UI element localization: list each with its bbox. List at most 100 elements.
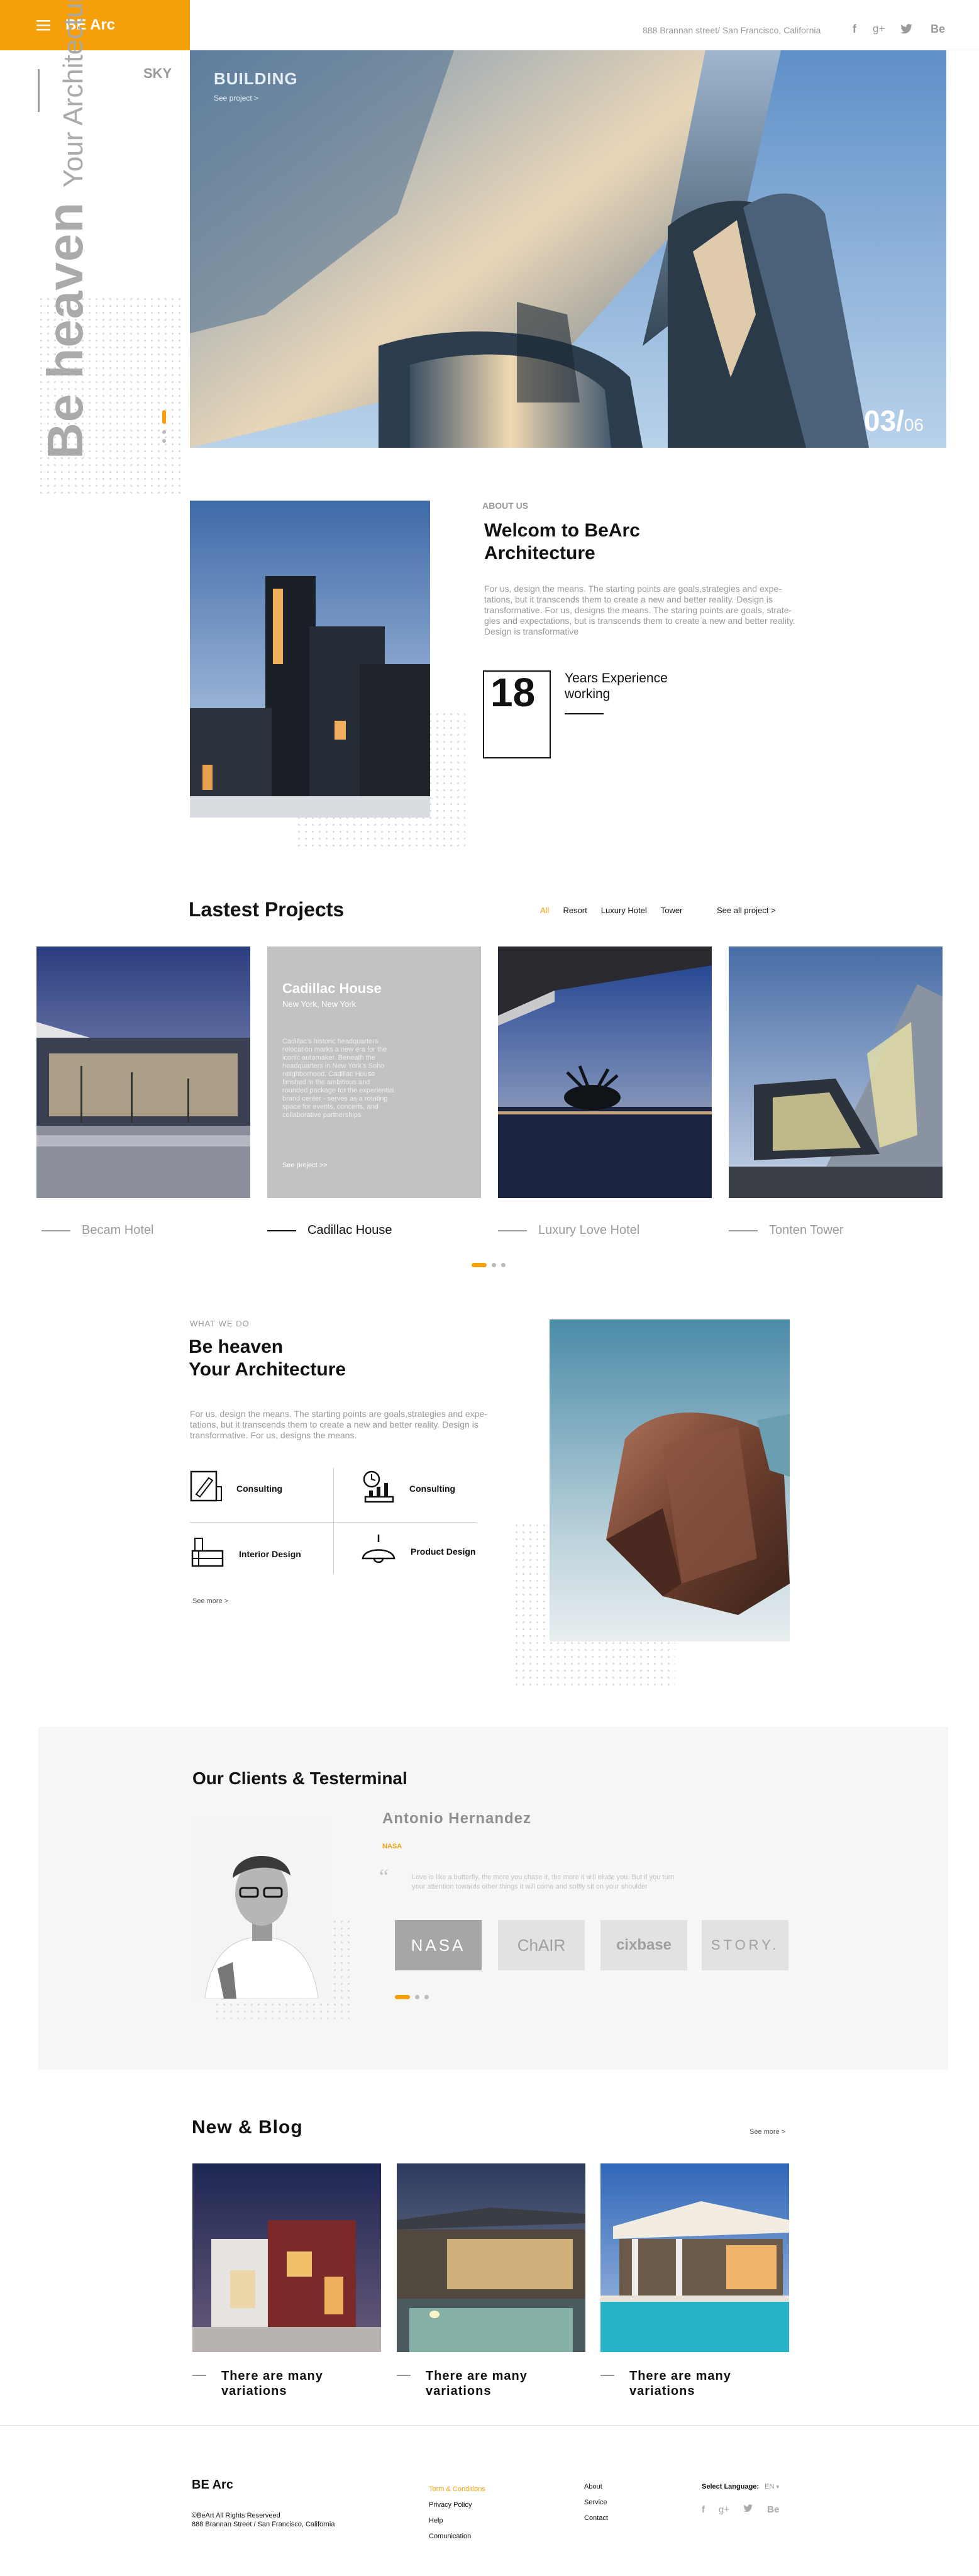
google-plus-icon[interactable]: g+ (719, 2504, 729, 2516)
featured-project-subtitle: New York, New York (282, 999, 357, 1009)
hero-slide-link[interactable]: See project > (214, 94, 298, 103)
client-logo-cixbase[interactable]: cixbase (600, 1920, 687, 1970)
client-logo-chair[interactable]: ChAIR (498, 1920, 585, 1970)
service-product-design[interactable]: Product Design (360, 1533, 475, 1569)
blog-image-1[interactable] (192, 2163, 381, 2352)
featured-project-body: Cadillac's historic headquarters relocat… (282, 1038, 395, 1119)
blog-post-3-title[interactable]: There are many variations (600, 2368, 743, 2399)
hero-counter-current: 03/ (863, 404, 904, 437)
twitter-icon[interactable] (743, 2504, 753, 2516)
pagination-dot-active[interactable] (472, 1263, 487, 1267)
language-selector[interactable]: Select Language: EN ▾ (702, 2483, 779, 2490)
service-label: Consulting (236, 1483, 283, 1494)
featured-project-title: Cadillac House (282, 980, 382, 996)
footer-link-contact[interactable]: Contact (584, 2511, 608, 2526)
footer-link-about[interactable]: About (584, 2479, 608, 2495)
hero-vertical-small: Your Architecture (58, 0, 89, 188)
facebook-icon[interactable]: f (702, 2504, 705, 2516)
service-consulting-1[interactable]: Consulting (190, 1470, 282, 1506)
hero-slide-indicator[interactable] (162, 410, 166, 448)
clients-title: Our Clients & Testerminal (192, 1768, 407, 1788)
client-logo-nasa[interactable]: NASA (395, 1920, 482, 1970)
language-label: Select Language: (702, 2483, 760, 2490)
chevron-down-icon: ▾ (776, 2484, 780, 2490)
footer-address: 888 Brannan Street / San Francisco, Cali… (192, 2521, 335, 2528)
pagination-dot[interactable] (501, 1263, 506, 1267)
furniture-icon (190, 1536, 225, 1572)
brand-bar[interactable]: BE Arc (0, 0, 190, 50)
footer-divider (0, 2425, 979, 2426)
project-label-dash (267, 1230, 296, 1231)
years-underline (565, 713, 604, 714)
about-title-line1: Welcom to BeArc (484, 520, 640, 541)
client-logo-text: STORY. (711, 1937, 780, 1953)
footer-link-privacy[interactable]: Privacy Policy (429, 2497, 485, 2513)
service-label: Product Design (411, 1546, 476, 1557)
service-label: Consulting (409, 1483, 456, 1494)
service-consulting-2[interactable]: Consulting (360, 1469, 455, 1507)
project-image-tonten-tower[interactable] (729, 947, 943, 1198)
footer-link-help[interactable]: Help (429, 2513, 485, 2529)
hero-vertical-heading: Be heaven Your Architecture (36, 0, 94, 459)
project-label-text: Cadillac House (307, 1223, 392, 1237)
hero-slide-caption: BUILDING See project > (214, 69, 298, 103)
hero-counter: 03/06 (864, 404, 924, 438)
blog-see-more[interactable]: See more > (749, 2128, 785, 2136)
client-logo-story[interactable]: STORY. (702, 1920, 788, 1970)
clock-chart-icon (360, 1469, 395, 1507)
footer-copyright: ©BeArt All Rights Reserveed (192, 2512, 280, 2519)
whatwedo-title-line2: Your Architecture (189, 1359, 346, 1380)
featured-project-link[interactable]: See project >> (282, 1162, 328, 1169)
project-image-becam-hotel[interactable] (36, 947, 250, 1198)
behance-icon[interactable]: Be (767, 2504, 779, 2516)
blog-dash (600, 2375, 614, 2376)
pagination-dot[interactable] (492, 1263, 496, 1267)
google-plus-icon[interactable]: g+ (873, 23, 885, 35)
project-label-dash (41, 1230, 70, 1231)
blog-post-title: There are many variations (629, 2369, 731, 2398)
filter-resort[interactable]: Resort (563, 906, 587, 915)
filter-luxury-hotel[interactable]: Luxury Hotel (601, 906, 647, 915)
behance-icon[interactable]: Be (931, 23, 945, 36)
filter-all[interactable]: All (540, 906, 549, 915)
whatwedo-see-more[interactable]: See more > (192, 1597, 228, 1605)
client-name: Antonio Hernandez (382, 1810, 531, 1827)
projects-title: Lastest Projects (189, 898, 345, 921)
blog-post-1-title[interactable]: There are many variations (192, 2368, 335, 2399)
project-featured-card[interactable]: Cadillac House New York, New York Cadill… (267, 947, 481, 1198)
pagination-dot[interactable] (424, 1995, 429, 1999)
about-body: For us, design the means. The starting p… (484, 584, 795, 636)
pagination-dot-active[interactable] (395, 1995, 410, 1999)
project-label-tonten-tower[interactable]: Tonten Tower (729, 1223, 844, 1238)
blog-post-2-title[interactable]: There are many variations (397, 2368, 539, 2399)
about-title: Welcom to BeArc Architecture (484, 519, 640, 565)
project-label-text: Tonten Tower (769, 1223, 844, 1237)
clients-section (38, 1727, 948, 2070)
hero-side-label: SKY (143, 65, 172, 81)
project-label-luxury-love-hotel[interactable]: Luxury Love Hotel (498, 1223, 639, 1238)
years-number: 18 (490, 670, 536, 715)
blog-image-2[interactable] (397, 2163, 585, 2352)
see-all-projects-link[interactable]: See all project > (717, 906, 776, 915)
blog-image-3[interactable] (600, 2163, 789, 2352)
footer-link-service[interactable]: Service (584, 2495, 608, 2511)
filter-tower[interactable]: Tower (661, 906, 683, 915)
language-value[interactable]: EN (765, 2483, 774, 2490)
project-image-luxury-love-hotel[interactable] (498, 947, 712, 1198)
hero-vertical-big: Be heaven (37, 201, 93, 459)
service-interior-design[interactable]: Interior Design (190, 1536, 301, 1572)
projects-pagination[interactable] (472, 1263, 506, 1267)
footer-link-terms[interactable]: Term & Conditions (429, 2482, 485, 2497)
project-label-becam-hotel[interactable]: Becam Hotel (41, 1223, 154, 1238)
clients-pagination[interactable] (395, 1995, 429, 1999)
footer-link-communication[interactable]: Comunication (429, 2529, 485, 2545)
project-label-cadillac-house[interactable]: Cadillac House (267, 1223, 392, 1238)
footer-brand[interactable]: BE Arc (192, 2478, 233, 2492)
whatwedo-eyebrow: WHAT WE DO (190, 1319, 250, 1328)
pagination-dot[interactable] (415, 1995, 419, 1999)
about-eyebrow: ABOUT US (482, 501, 529, 511)
facebook-icon[interactable]: f (853, 23, 856, 36)
twitter-icon[interactable] (900, 24, 913, 35)
blog-post-title: There are many variations (426, 2369, 528, 2398)
tablet-drawing-icon (190, 1470, 223, 1506)
